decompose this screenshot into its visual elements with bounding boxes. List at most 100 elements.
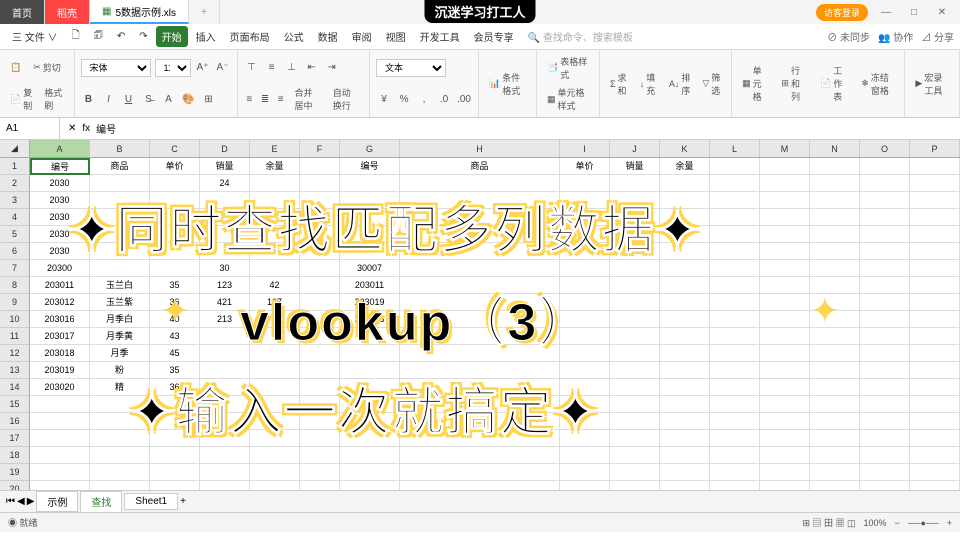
align-mid-icon[interactable]: ≡ bbox=[264, 60, 280, 76]
align-top-icon[interactable]: ⊤ bbox=[244, 60, 260, 76]
row-header[interactable]: 14 bbox=[0, 379, 30, 396]
menu-file[interactable]: 三 文件 ∨ bbox=[6, 26, 64, 47]
cell[interactable]: 编号 bbox=[30, 158, 90, 175]
cell[interactable] bbox=[200, 447, 250, 464]
indent-inc-icon[interactable]: ⇥ bbox=[324, 60, 340, 76]
cell[interactable] bbox=[760, 413, 810, 430]
cell[interactable] bbox=[30, 464, 90, 481]
row-header[interactable]: 1 bbox=[0, 158, 30, 175]
cell[interactable] bbox=[810, 396, 860, 413]
cell[interactable] bbox=[710, 260, 760, 277]
cell[interactable] bbox=[910, 328, 960, 345]
cell[interactable] bbox=[660, 464, 710, 481]
fill-color-icon[interactable]: 🎨 bbox=[181, 91, 197, 107]
merge-button[interactable]: 合并居中 bbox=[291, 84, 325, 114]
coop-button[interactable]: 👥 协作 bbox=[878, 29, 913, 44]
col-header[interactable]: J bbox=[610, 140, 660, 157]
macro-button[interactable]: ▶宏录工具 bbox=[911, 69, 953, 99]
freeze-button[interactable]: ❄冻结窗格 bbox=[857, 69, 898, 99]
col-header[interactable]: B bbox=[90, 140, 150, 157]
cell[interactable] bbox=[30, 481, 90, 490]
col-header[interactable]: C bbox=[150, 140, 200, 157]
col-header[interactable]: K bbox=[660, 140, 710, 157]
col-header[interactable]: G bbox=[340, 140, 400, 157]
cell[interactable] bbox=[710, 396, 760, 413]
cell[interactable] bbox=[710, 209, 760, 226]
fill-button[interactable]: ↓填充 bbox=[636, 69, 661, 99]
sheet-tab-2[interactable]: 查找 bbox=[80, 491, 122, 512]
cell[interactable] bbox=[910, 158, 960, 175]
cell[interactable] bbox=[910, 311, 960, 328]
cut-button[interactable]: ✂ 剪切 bbox=[29, 59, 65, 76]
cell[interactable] bbox=[710, 294, 760, 311]
cell[interactable]: 203019 bbox=[30, 362, 90, 379]
cell[interactable] bbox=[910, 447, 960, 464]
cell[interactable] bbox=[150, 464, 200, 481]
cell[interactable] bbox=[910, 396, 960, 413]
rowcol-button[interactable]: ⊞行和列 bbox=[777, 62, 812, 105]
font-select[interactable]: 宋体 bbox=[81, 59, 151, 77]
cell[interactable] bbox=[810, 260, 860, 277]
search-box[interactable]: 🔍 查找命令、搜索模板 bbox=[522, 26, 639, 47]
cell[interactable] bbox=[910, 192, 960, 209]
cell[interactable] bbox=[910, 413, 960, 430]
cell[interactable] bbox=[30, 413, 90, 430]
cell[interactable] bbox=[760, 209, 810, 226]
sheet-nav-next[interactable]: ▶ bbox=[27, 496, 35, 507]
cell[interactable]: 203020 bbox=[30, 379, 90, 396]
zoom-out-icon[interactable]: − bbox=[895, 518, 900, 528]
cell[interactable] bbox=[860, 345, 910, 362]
cell[interactable] bbox=[710, 226, 760, 243]
cell[interactable] bbox=[760, 362, 810, 379]
cell[interactable] bbox=[150, 447, 200, 464]
cell[interactable]: 编号 bbox=[340, 158, 400, 175]
menu-insert[interactable]: 插入 bbox=[190, 26, 222, 47]
cell-style[interactable]: ▦ 单元格样式 bbox=[543, 84, 593, 114]
cell[interactable]: 203011 bbox=[30, 277, 90, 294]
cell[interactable] bbox=[250, 464, 300, 481]
cell[interactable] bbox=[810, 345, 860, 362]
cell[interactable] bbox=[710, 430, 760, 447]
cell[interactable] bbox=[660, 328, 710, 345]
row-header[interactable]: 19 bbox=[0, 464, 30, 481]
cell[interactable] bbox=[610, 294, 660, 311]
cell[interactable]: 45 bbox=[150, 345, 200, 362]
cell[interactable] bbox=[340, 481, 400, 490]
row-header[interactable]: 13 bbox=[0, 362, 30, 379]
maximize-icon[interactable]: □ bbox=[904, 7, 924, 18]
cell[interactable] bbox=[300, 447, 340, 464]
cell[interactable] bbox=[90, 464, 150, 481]
menu-view[interactable]: 视图 bbox=[380, 26, 412, 47]
cell[interactable] bbox=[710, 464, 760, 481]
cell[interactable] bbox=[860, 209, 910, 226]
bold-icon[interactable]: B bbox=[81, 91, 97, 107]
cell[interactable] bbox=[660, 447, 710, 464]
cell[interactable] bbox=[30, 396, 90, 413]
cell[interactable]: 商品 bbox=[400, 158, 560, 175]
cell[interactable] bbox=[760, 192, 810, 209]
cell[interactable] bbox=[860, 192, 910, 209]
cell[interactable] bbox=[660, 481, 710, 490]
row-header[interactable]: 12 bbox=[0, 345, 30, 362]
cell[interactable] bbox=[760, 294, 810, 311]
cell[interactable] bbox=[610, 311, 660, 328]
cell[interactable] bbox=[760, 243, 810, 260]
cell[interactable] bbox=[660, 294, 710, 311]
sort-button[interactable]: A↓排序 bbox=[665, 69, 695, 99]
cell[interactable] bbox=[90, 447, 150, 464]
cell[interactable] bbox=[710, 192, 760, 209]
row-header[interactable]: 3 bbox=[0, 192, 30, 209]
sum-button[interactable]: Σ求和 bbox=[606, 69, 632, 99]
cell[interactable] bbox=[610, 481, 660, 490]
filter-button[interactable]: ▽筛选 bbox=[698, 69, 725, 99]
cell[interactable]: 203016 bbox=[30, 311, 90, 328]
cell[interactable] bbox=[340, 447, 400, 464]
fx-icon[interactable]: fx bbox=[82, 123, 90, 134]
cell[interactable] bbox=[760, 226, 810, 243]
cell[interactable] bbox=[760, 430, 810, 447]
cell[interactable]: 月季白 bbox=[90, 311, 150, 328]
row-header[interactable]: 2 bbox=[0, 175, 30, 192]
col-header[interactable]: O bbox=[860, 140, 910, 157]
row-header[interactable]: 20 bbox=[0, 481, 30, 490]
col-header[interactable]: P bbox=[910, 140, 960, 157]
